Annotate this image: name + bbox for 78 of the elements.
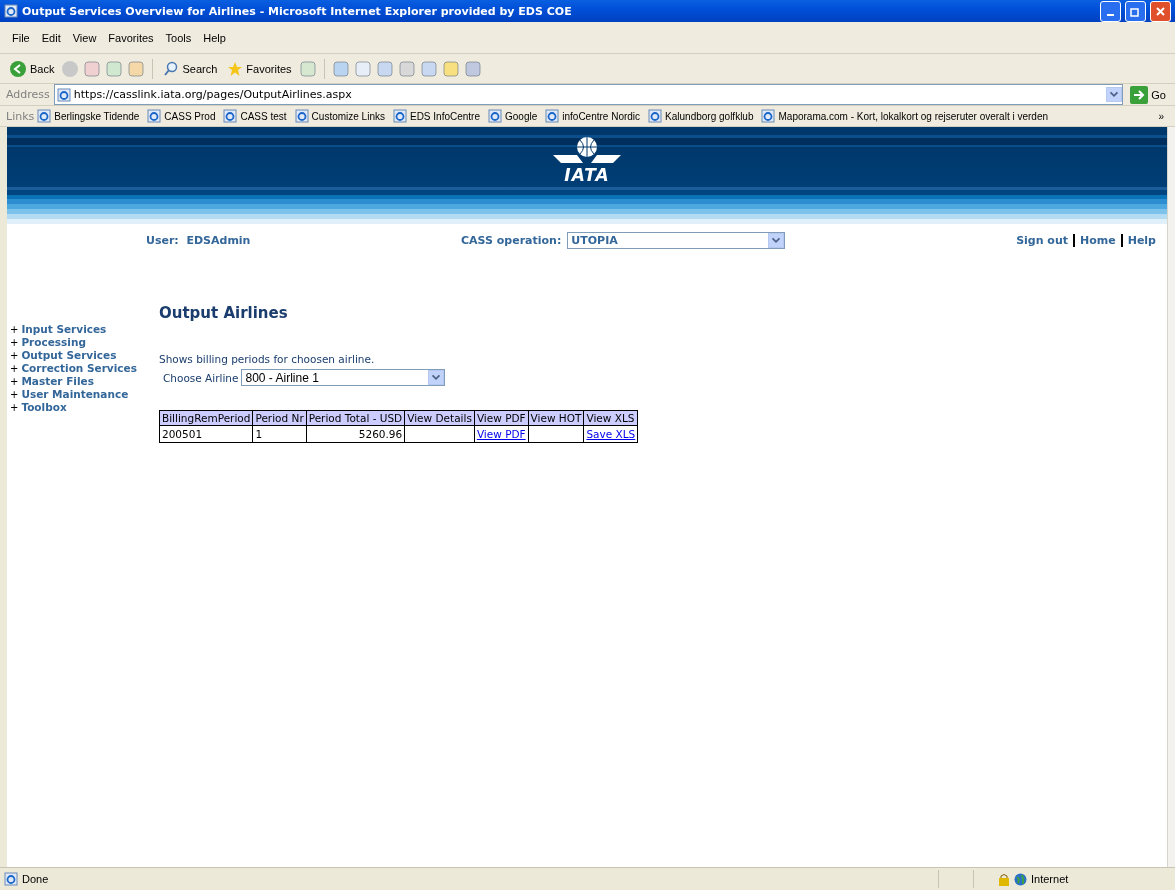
column-header: View PDF <box>474 410 529 426</box>
operation-select[interactable]: UTOPIA <box>567 231 786 249</box>
favorite-link[interactable]: Maporama.com - Kort, lokalkort og rejseruter overalt i verden <box>761 109 1049 123</box>
favorite-link[interactable]: Kalundborg golfklub <box>648 109 754 123</box>
favorite-link[interactable]: infoCentre Nordic <box>545 109 641 123</box>
go-button[interactable]: Go <box>1127 85 1169 104</box>
operation-label: CASS operation: <box>461 233 562 247</box>
favorite-link[interactable]: Customize Links <box>294 109 385 123</box>
table-link[interactable]: View PDF <box>476 428 526 440</box>
page-icon <box>545 109 560 123</box>
more-links-button[interactable]: » <box>1158 110 1164 122</box>
page-icon <box>488 109 502 123</box>
column-header: View Details <box>404 410 475 426</box>
top-link[interactable]: Sign out <box>1011 233 1073 247</box>
column-header: Period Nr <box>252 410 307 426</box>
page-icon <box>761 109 776 123</box>
page-icon <box>4 4 18 18</box>
window-title: Output Services Overview for Airlines - Microsoft Internet Explorer provided by EDS COE <box>22 4 573 18</box>
menu-item[interactable]: Edit <box>35 29 67 46</box>
address-field[interactable]: https://casslink.iata.org/pages/OutputAirlines.aspx <box>53 84 1124 105</box>
page-icon <box>56 87 71 102</box>
back-button[interactable]: Back <box>6 59 58 78</box>
restore-icon <box>1130 5 1141 17</box>
column-header: Period Total - USD <box>306 410 405 426</box>
favorites-button[interactable]: Favorites <box>224 60 295 77</box>
menu-item[interactable]: Tools <box>159 29 198 46</box>
description-text: Shows billing periods for choosen airline. <box>159 353 376 365</box>
lock-icon <box>998 872 1010 886</box>
favorite-link[interactable]: Berlingske Tidende <box>37 109 140 123</box>
airline-select[interactable]: 800 - Airline 1 <box>241 369 446 386</box>
column-header: View XLS <box>583 410 638 426</box>
nav-link[interactable]: + Processing <box>10 336 159 349</box>
nav-link[interactable]: + Input Services <box>10 323 159 336</box>
logo-text: IATA <box>564 165 610 185</box>
status-text: Done <box>22 873 50 885</box>
table-cell: 5260.96 <box>306 425 405 443</box>
column-header: BillingRemPeriod <box>159 410 253 426</box>
menu-item[interactable]: Help <box>197 29 232 46</box>
search-icon <box>163 60 180 77</box>
minimize-button[interactable] <box>1100 0 1121 22</box>
menu-item[interactable]: Favorites <box>102 29 160 46</box>
nav-link[interactable]: + Output Services <box>10 349 159 362</box>
search-button[interactable]: Search <box>160 60 221 77</box>
nav-link[interactable]: + User Maintenance <box>10 388 159 401</box>
nav-link[interactable]: + Master Files <box>10 375 159 388</box>
star-icon <box>227 60 244 77</box>
maximize-button[interactable] <box>1125 0 1146 22</box>
address-label: Address <box>6 88 50 101</box>
page-icon <box>4 872 18 886</box>
table-cell: 1 <box>252 425 307 443</box>
favorite-link[interactable]: Google <box>488 109 538 123</box>
nav-link[interactable]: + Toolbox <box>10 401 159 414</box>
page-icon <box>648 109 663 123</box>
page-icon <box>37 109 52 123</box>
minimize-icon <box>1107 14 1114 16</box>
nav-link[interactable]: + Correction Services <box>10 362 159 375</box>
favorite-link[interactable]: CASS test <box>223 109 287 123</box>
page-icon <box>147 109 162 123</box>
page-icon <box>294 109 309 123</box>
top-link[interactable]: Home <box>1073 233 1121 247</box>
links-label: Links <box>6 109 35 123</box>
user-label: User: EDSAdmin <box>146 233 251 247</box>
page-title: Output Airlines <box>159 304 289 322</box>
column-header: View HOT <box>528 410 584 426</box>
page-icon <box>392 109 407 123</box>
globe-icon <box>1014 872 1027 886</box>
airline-label: Choose Airline <box>163 371 239 384</box>
table-link[interactable]: Save XLS <box>586 428 636 440</box>
menu-item[interactable]: View <box>66 29 103 46</box>
favorite-link[interactable]: CASS Prod <box>147 109 216 123</box>
zone-text: Internet <box>1031 873 1070 885</box>
menu-item[interactable]: File <box>6 29 36 46</box>
close-button[interactable] <box>1150 0 1171 22</box>
page-icon <box>223 109 238 123</box>
top-link[interactable]: Help <box>1120 233 1161 247</box>
favorite-link[interactable]: EDS InfoCentre <box>392 109 480 123</box>
close-icon <box>1155 5 1166 17</box>
table-cell: 200501 <box>159 425 253 443</box>
